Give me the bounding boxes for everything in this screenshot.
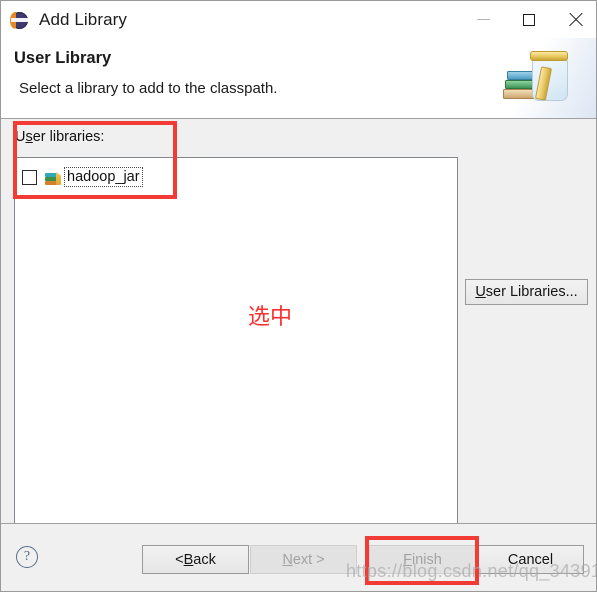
back-mnemonic: B	[183, 551, 194, 568]
jar-with-books-icon	[486, 38, 596, 118]
eclipse-icon	[10, 10, 30, 30]
window-title: Add Library	[39, 9, 128, 29]
user-libraries-list[interactable]: hadoop_jar	[14, 157, 458, 531]
finish-button: Finish	[369, 545, 476, 574]
button-label: ser Libraries...	[485, 284, 578, 300]
dialog-footer: ? < Back Next > Finish Cancel	[1, 523, 596, 591]
wizard-header: User Library Select a library to add to …	[1, 38, 596, 119]
next-button: Next >	[250, 545, 357, 574]
next-mnemonic: N	[282, 551, 293, 568]
window-controls	[460, 1, 596, 38]
back-prefix: <	[175, 551, 184, 568]
title-bar: Add Library	[1, 1, 596, 38]
button-mnemonic: U	[475, 284, 486, 300]
page-title: User Library	[14, 49, 112, 67]
dialog-body: User libraries: hadoop_jar User Librarie…	[1, 119, 596, 531]
library-books-icon	[44, 169, 62, 185]
back-suffix: ack	[193, 551, 216, 568]
list-item-label: hadoop_jar	[64, 167, 143, 187]
minimize-icon[interactable]	[460, 1, 506, 38]
label-suffix: er libraries:	[32, 129, 105, 145]
finish-suffix: inish	[412, 551, 442, 568]
next-suffix: ext >	[292, 551, 325, 568]
list-item[interactable]: hadoop_jar	[15, 165, 143, 189]
finish-mnemonic: F	[403, 551, 413, 568]
user-libraries-label: User libraries:	[15, 129, 104, 145]
cancel-label: Cancel	[507, 551, 554, 568]
cancel-button[interactable]: Cancel	[477, 545, 584, 574]
help-icon[interactable]: ?	[16, 546, 38, 568]
user-libraries-button[interactable]: User Libraries...	[465, 279, 588, 305]
label-prefix: U	[15, 129, 26, 145]
close-icon[interactable]	[552, 1, 596, 38]
list-item-checkbox[interactable]	[22, 169, 37, 185]
add-library-dialog: Add Library User Library Select a librar…	[0, 0, 597, 592]
back-button[interactable]: < Back	[142, 545, 249, 574]
annotation-selected-text: 选中	[248, 305, 293, 330]
maximize-icon[interactable]	[506, 1, 552, 38]
page-description: Select a library to add to the classpath…	[19, 80, 278, 97]
label-mnemonic: s	[25, 129, 33, 145]
